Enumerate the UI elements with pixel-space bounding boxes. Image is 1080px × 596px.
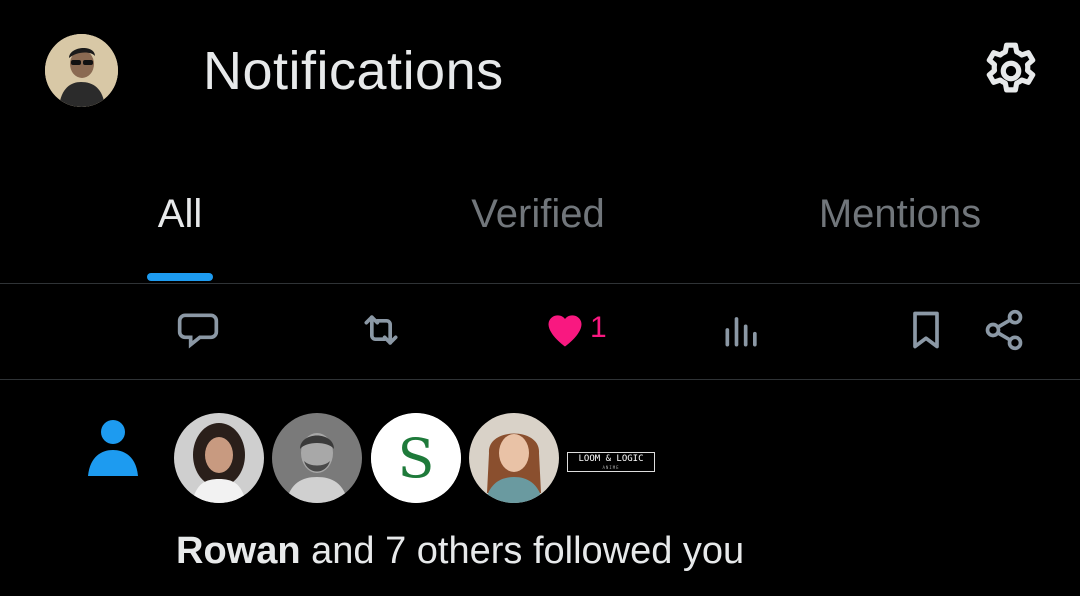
person-icon [86,418,140,478]
follow-message: and 7 others followed you [300,530,745,572]
follower-avatar[interactable] [469,413,559,503]
page-title: Notifications [203,41,504,101]
avatar-letter: S [398,427,435,490]
tab-mentions[interactable]: Mentions [790,192,1010,252]
heart-icon[interactable] [543,308,587,352]
brand-logo[interactable]: LOOM & LOGIC ANIME [567,452,655,472]
actions-divider [0,379,1080,380]
like-count: 1 [590,311,607,344]
repost-icon[interactable] [359,308,403,352]
tabs-divider [0,283,1080,284]
follower-avatar[interactable]: S [371,413,461,503]
tab-all[interactable]: All [120,192,240,252]
bar-chart-icon[interactable] [720,308,764,352]
follow-notification-text[interactable]: Rowan and 7 others followed you [176,530,744,573]
bookmark-icon[interactable] [904,308,948,352]
follower-avatar[interactable] [174,413,264,503]
follower-name[interactable]: Rowan [176,530,301,572]
brand-logo-subtext: ANIME [602,465,620,470]
brand-logo-text: LOOM & LOGIC [578,454,644,464]
gear-icon[interactable] [980,40,1042,102]
tab-verified[interactable]: Verified [438,192,638,252]
share-icon[interactable] [982,308,1026,352]
comment-icon[interactable] [176,308,220,352]
active-tab-indicator [147,273,213,281]
profile-avatar[interactable] [45,34,118,107]
follower-avatar[interactable] [272,413,362,503]
